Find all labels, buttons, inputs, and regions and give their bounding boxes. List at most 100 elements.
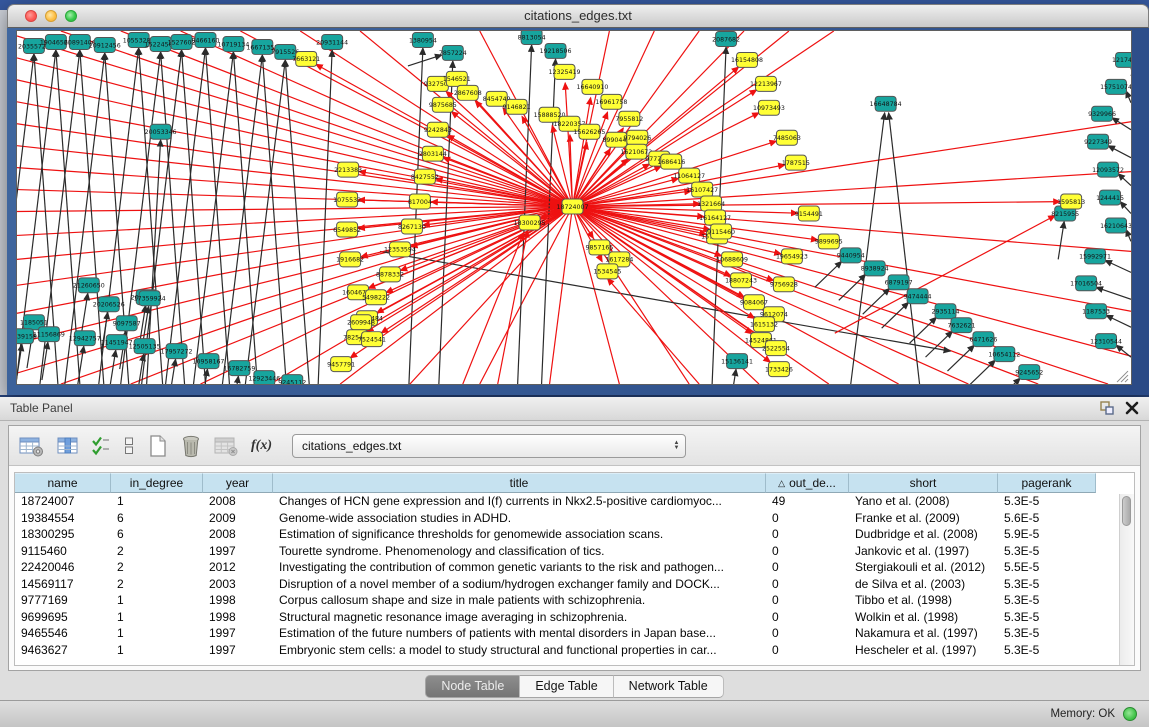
network-node[interactable]: 9245112 <box>278 375 306 385</box>
table-cell-out-de[interactable]: 0 <box>766 576 849 593</box>
table-cell-in-degree[interactable]: 6 <box>111 526 203 543</box>
table-row[interactable]: 946362711997Embryonic stem cells: a mode… <box>15 642 1134 659</box>
network-node[interactable]: 8813054 <box>518 30 546 44</box>
network-node[interactable]: 6549852 <box>333 222 361 237</box>
delete-column-button[interactable] <box>179 433 203 459</box>
table-cell-short[interactable]: de Silva et al. (2003) <box>849 576 998 593</box>
table-row[interactable]: 1938455462009Genome-wide association stu… <box>15 510 1134 527</box>
network-node[interactable]: 2803144 <box>419 146 447 161</box>
network-node[interactable]: 9756928 <box>770 277 798 292</box>
table-cell-pagerank[interactable]: 5.3E-5 <box>998 625 1096 642</box>
network-node[interactable]: 1534545 <box>593 264 621 279</box>
network-node[interactable]: 9457791 <box>327 357 355 372</box>
network-node[interactable]: 9440954 <box>837 248 865 263</box>
table-cell-short[interactable]: Franke et al. (2009) <box>849 510 998 527</box>
table-row[interactable]: 1456911722003Disruption of a novel membe… <box>15 576 1134 593</box>
network-node[interactable]: 12213967 <box>750 76 782 91</box>
network-node[interactable]: 19654923 <box>776 249 808 264</box>
table-cell-pagerank[interactable]: 5.6E-5 <box>998 510 1096 527</box>
network-node[interactable]: 9899695 <box>815 234 843 249</box>
table-cell-title[interactable]: Tourette syndrome. Phenomenology and cla… <box>273 543 766 560</box>
window-titlebar[interactable]: citations_edges.txt <box>7 4 1149 28</box>
network-node[interactable]: 1615132 <box>750 317 778 332</box>
network-node[interactable]: 1686416 <box>657 154 685 169</box>
tab-edge-table[interactable]: Edge Table <box>520 675 613 698</box>
table-cell-name[interactable]: 14569117 <box>15 576 111 593</box>
network-node[interactable]: 6879197 <box>885 275 913 290</box>
column-header-short[interactable]: short <box>849 473 998 493</box>
table-row[interactable]: 911546021997Tourette syndrome. Phenomeno… <box>15 543 1134 560</box>
table-cell-in-degree[interactable]: 1 <box>111 642 203 659</box>
table-cell-title[interactable]: Disruption of a novel member of a sodium… <box>273 576 766 593</box>
table-cell-out-de[interactable]: 0 <box>766 592 849 609</box>
network-node[interactable]: 8267130 <box>398 219 426 234</box>
table-cell-title[interactable]: Estimation of the future numbers of pati… <box>273 625 766 642</box>
network-node[interactable]: 1787515 <box>782 155 810 170</box>
network-node[interactable]: 1595813 <box>1057 194 1085 209</box>
column-header-pagerank[interactable]: pagerank <box>998 473 1096 493</box>
table-cell-pagerank[interactable]: 5.3E-5 <box>998 576 1096 593</box>
network-node[interactable]: 7524541 <box>358 332 386 347</box>
network-node[interactable]: 16154808 <box>731 52 763 67</box>
table-cell-name[interactable]: 18300295 <box>15 526 111 543</box>
network-node[interactable]: 7485063 <box>773 130 801 145</box>
network-node[interactable]: 1075532 <box>333 192 361 207</box>
network-node[interactable]: 8878332 <box>376 267 404 282</box>
table-cell-year[interactable]: 2008 <box>203 493 273 510</box>
table-cell-in-degree[interactable]: 1 <box>111 609 203 626</box>
table-cell-title[interactable]: Estimation of significance thresholds fo… <box>273 526 766 543</box>
network-node[interactable]: 817004 <box>408 194 432 209</box>
table-cell-in-degree[interactable]: 1 <box>111 493 203 510</box>
table-cell-title[interactable]: Investigating the contribution of common… <box>273 559 766 576</box>
table-cell-name[interactable]: 9115460 <box>15 543 111 560</box>
network-node[interactable]: 2213383 <box>334 162 362 177</box>
table-cell-year[interactable]: 1997 <box>203 543 273 560</box>
network-node[interactable]: 15751074 <box>1100 79 1132 94</box>
table-cell-short[interactable]: Dudbridge et al. (2008) <box>849 526 998 543</box>
table-cell-name[interactable]: 19384554 <box>15 510 111 527</box>
network-node[interactable]: 2935114 <box>932 304 960 319</box>
close-window-button[interactable] <box>25 10 37 22</box>
network-node[interactable]: 8938924 <box>861 261 889 276</box>
network-node[interactable]: 7632621 <box>947 318 975 333</box>
table-cell-in-degree[interactable]: 2 <box>111 559 203 576</box>
table-cell-year[interactable]: 2009 <box>203 510 273 527</box>
table-cell-in-degree[interactable]: 6 <box>111 510 203 527</box>
network-node[interactable]: 12923446 <box>248 371 280 385</box>
network-node[interactable]: 9154491 <box>795 206 823 221</box>
table-cell-pagerank[interactable]: 5.3E-5 <box>998 592 1096 609</box>
table-row[interactable]: 977716911998Corpus callosum shape and si… <box>15 592 1134 609</box>
network-node[interactable]: 17957272 <box>161 344 193 359</box>
table-row[interactable]: 946554611997Estimation of the future num… <box>15 625 1134 642</box>
scrollbar-thumb[interactable] <box>1122 496 1131 526</box>
table-cell-out-de[interactable]: 0 <box>766 559 849 576</box>
table-cell-pagerank[interactable]: 5.3E-5 <box>998 609 1096 626</box>
network-node[interactable]: 16210643 <box>1100 218 1132 233</box>
network-node[interactable]: 6471626 <box>969 332 997 347</box>
column-header-in-degree[interactable]: in_degree <box>111 473 203 493</box>
network-canvas[interactable]: 2035572419046563208914062091245610553287… <box>16 30 1132 385</box>
table-row[interactable]: 969969511998Structural magnetic resonanc… <box>15 609 1134 626</box>
table-cell-title[interactable]: Embryonic stem cells: a model to study s… <box>273 642 766 659</box>
network-node[interactable]: 19218506 <box>540 43 572 58</box>
network-node[interactable]: 7857224 <box>439 45 467 60</box>
network-node[interactable]: 12942757 <box>69 331 101 346</box>
create-column-button[interactable] <box>146 433 170 459</box>
network-node[interactable]: 9242843 <box>424 122 452 137</box>
network-node[interactable]: 1187533 <box>1082 304 1110 319</box>
network-node[interactable]: 1217463 <box>1112 52 1132 67</box>
network-node[interactable]: 5498222 <box>362 290 390 305</box>
table-vertical-scrollbar[interactable] <box>1119 494 1134 665</box>
network-node[interactable]: 1733426 <box>765 362 793 377</box>
table-source-select[interactable]: citations_edges.txt ▲▼ <box>292 434 686 458</box>
network-node[interactable]: 2087682 <box>712 31 740 46</box>
network-node[interactable]: 8466160 <box>192 32 220 47</box>
table-cell-year[interactable]: 2008 <box>203 526 273 543</box>
network-node[interactable]: 2522554 <box>762 341 790 356</box>
table-cell-name[interactable]: 9463627 <box>15 642 111 659</box>
table-cell-in-degree[interactable]: 2 <box>111 543 203 560</box>
table-cell-out-de[interactable]: 0 <box>766 526 849 543</box>
column-header-out-de[interactable]: △out_de... <box>766 473 849 493</box>
table-cell-out-de[interactable]: 0 <box>766 609 849 626</box>
table-cell-title[interactable]: Corpus callosum shape and size in male p… <box>273 592 766 609</box>
